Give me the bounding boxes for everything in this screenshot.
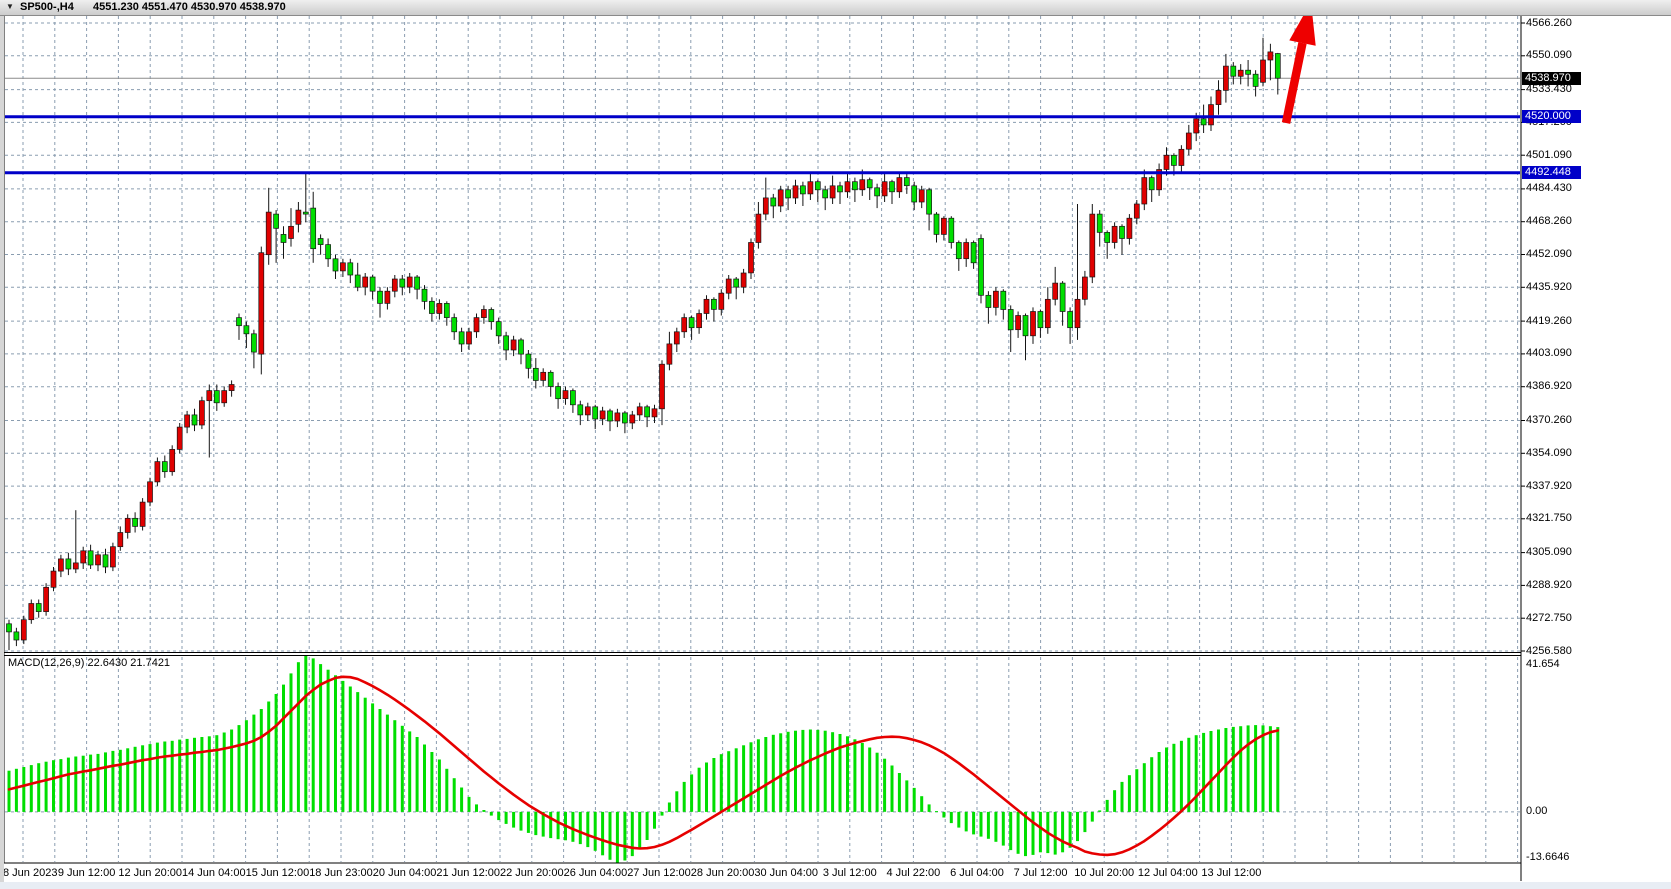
trend-arrow[interactable] (1286, 2, 1316, 123)
price-axis-label: 4321.750 (1526, 512, 1572, 524)
horizontal-gridlines (5, 23, 1520, 812)
price-axis-label: 4468.260 (1526, 215, 1572, 227)
time-axis-label: 28 Jun 20:00 (691, 867, 755, 879)
price-axis-label: 4419.260 (1526, 315, 1572, 327)
time-axis-label: 3 Jul 12:00 (823, 867, 877, 879)
time-axis-label: 15 Jun 12:00 (246, 867, 310, 879)
macd-indicator-label: MACD(12,26,9) 22.6430 21.7421 (8, 657, 170, 669)
price-axis-label: 4501.090 (1526, 149, 1572, 161)
price-axis-label: 4288.920 (1526, 579, 1572, 591)
price-axis-label: 4435.920 (1526, 281, 1572, 293)
price-axis-label: 4272.750 (1526, 612, 1572, 624)
price-axis-label: 4386.920 (1526, 380, 1572, 392)
time-axis-label: 30 Jun 04:00 (754, 867, 818, 879)
macd-signal-line (9, 677, 1278, 855)
time-axis-label: 9 Jun 12:00 (58, 867, 116, 879)
time-axis-label: 8 Jun 2023 (3, 867, 57, 879)
chart-title-bar: ▼ SP500-,H4 4551.230 4551.470 4530.970 4… (0, 0, 1671, 16)
time-axis-label: 10 Jul 20:00 (1074, 867, 1134, 879)
price-axis-label: 4305.090 (1526, 546, 1572, 558)
time-axis-label: 14 Jun 04:00 (182, 867, 246, 879)
window-left-edge (0, 0, 4, 889)
time-axis-label: 12 Jun 20:00 (118, 867, 182, 879)
price-axis-label: 4566.260 (1526, 17, 1572, 29)
macd-axis-min-label: -13.6646 (1526, 851, 1569, 863)
price-axis-label: 4403.090 (1526, 347, 1572, 359)
time-axis-label: 12 Jul 04:00 (1138, 867, 1198, 879)
price-axis-label: 4533.430 (1526, 83, 1572, 95)
macd-axis-zero-label: 0.00 (1526, 805, 1547, 817)
price-axis-label: 4484.430 (1526, 182, 1572, 194)
macd-histogram (8, 656, 1280, 863)
price-axis-label: 4370.260 (1526, 414, 1572, 426)
chart-title-ohlc: 4551.230 4551.470 4530.970 4538.970 (93, 1, 286, 13)
time-axis-label: 18 Jun 23:00 (309, 867, 373, 879)
time-axis-label: 27 Jun 12:00 (627, 867, 691, 879)
time-axis-label: 21 Jun 12:00 (436, 867, 500, 879)
price-axis-label: 4337.920 (1526, 480, 1572, 492)
time-axis-label: 4 Jul 22:00 (886, 867, 940, 879)
time-axis-label: 26 Jun 04:00 (564, 867, 628, 879)
time-axis-label: 6 Jul 04:00 (950, 867, 1004, 879)
window-bottom-strip (0, 882, 1671, 889)
time-axis-label: 13 Jul 12:00 (1201, 867, 1261, 879)
chart-canvas[interactable] (0, 0, 1671, 889)
time-axis-label: 20 Jun 04:00 (373, 867, 437, 879)
price-axis-label: 4256.580 (1526, 645, 1572, 657)
current-price-tag: 4538.970 (1522, 72, 1581, 85)
price-axis-label: 4550.090 (1526, 49, 1572, 61)
time-axis-label: 22 Jun 20:00 (500, 867, 564, 879)
hline-price-tag-4492[interactable]: 4492.448 (1522, 166, 1581, 179)
price-axis-label: 4354.090 (1526, 447, 1572, 459)
time-axis-label: 7 Jul 12:00 (1014, 867, 1068, 879)
hline-price-tag-4520[interactable]: 4520.000 (1522, 110, 1581, 123)
price-axis-label: 4452.090 (1526, 248, 1572, 260)
macd-axis-max-label: 41.654 (1526, 658, 1560, 670)
chart-title-symbol: SP500-,H4 (20, 1, 74, 13)
chart-menu-dropdown-icon[interactable]: ▼ (6, 2, 14, 11)
candlestick-series (7, 38, 1281, 650)
terminal-window: ▼ SP500-,H4 4551.230 4551.470 4530.970 4… (0, 0, 1671, 889)
